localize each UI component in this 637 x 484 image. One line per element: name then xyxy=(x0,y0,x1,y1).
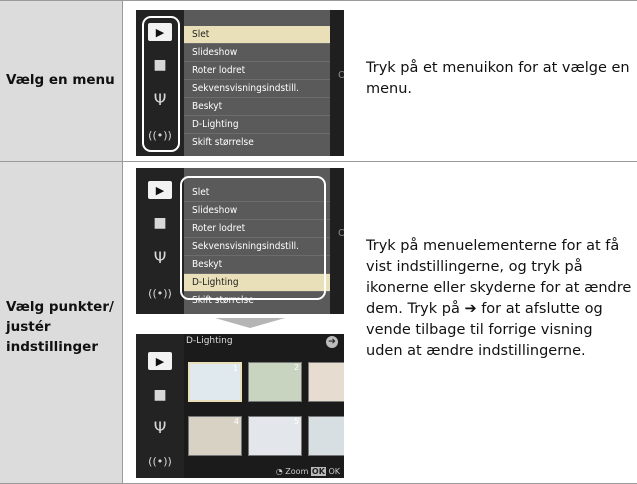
row1-label: Vælg en menu xyxy=(6,72,115,88)
menu-item-sequence-options[interactable]: Sekvensvisningsindstill. xyxy=(184,80,330,97)
menu-item-protect[interactable]: Beskyt xyxy=(184,98,330,115)
playback-menu-list: Slet Slideshow Roter lodret Sekvensvisni… xyxy=(184,10,330,156)
thumbnail-6[interactable]: 6 xyxy=(308,416,344,456)
camera-menu-screen-1: ▶ ■ Ψ ((•)) Slet Slideshow Roter lodret … xyxy=(136,10,344,156)
thumbnail-4[interactable]: 4 xyxy=(188,416,242,456)
thumbnail-5[interactable]: 5 xyxy=(248,416,302,456)
row2-label-line2: justér xyxy=(6,319,51,335)
row2-label: Vælg punkter/ justér indstillinger xyxy=(6,297,114,357)
menu-items-highlight xyxy=(180,176,326,300)
thumb-number: 2 xyxy=(293,363,299,372)
d-lighting-title: D-Lighting xyxy=(186,336,233,346)
thumb-number: 1 xyxy=(232,364,238,373)
playback-menu-icon[interactable]: ▶ xyxy=(148,352,172,370)
camera-menu-icon[interactable]: ■ xyxy=(148,386,172,404)
row2-label-line3: indstillinger xyxy=(6,339,98,355)
row-divider xyxy=(0,161,637,162)
ok-button-icon: OK xyxy=(310,467,326,476)
menu-item-rotate[interactable]: Roter lodret xyxy=(184,62,330,79)
menu-item-delete[interactable]: Slet xyxy=(184,26,330,43)
menu-item-resize[interactable]: Skift størrelse xyxy=(184,134,330,151)
column-divider xyxy=(122,0,123,484)
value-on: ON xyxy=(338,228,344,239)
table-top-border xyxy=(0,0,637,1)
thumb-number: 5 xyxy=(293,417,299,426)
zoom-label: Zoom xyxy=(285,467,309,476)
instruction-table: Vælg en menu Vælg punkter/ justér indsti… xyxy=(0,0,637,484)
wireless-menu-icon[interactable]: ((•)) xyxy=(148,452,172,470)
row2-description: Tryk på menuelementerne for at få vist i… xyxy=(366,238,632,359)
setup-menu-icon[interactable]: Ψ xyxy=(148,248,172,267)
menu-item-slideshow[interactable]: Slideshow xyxy=(184,44,330,61)
menu-icon-strip: ▶ ■ Ψ ((•)) xyxy=(136,168,184,314)
row1-description: Tryk på et menuikon for at vælge en menu… xyxy=(366,60,630,97)
down-arrow-icon xyxy=(215,318,285,328)
zoom-icon: ◔ xyxy=(275,467,283,476)
wireless-menu-icon[interactable]: ((•)) xyxy=(148,284,172,302)
value-panel: ➔ ON xyxy=(330,10,344,156)
menu-icon-strip: ▶ ■ Ψ ((•)) xyxy=(136,334,184,478)
icon-strip-highlight xyxy=(142,16,180,152)
camera-menu-screen-2: ▶ ■ Ψ ((•)) Slet Slideshow Roter lodret … xyxy=(136,168,344,314)
thumbnail-2[interactable]: 2 xyxy=(248,362,302,402)
thumb-number: 4 xyxy=(233,417,239,426)
value-on: ON xyxy=(338,70,344,81)
d-lighting-screen: ▶ ■ Ψ ((•)) D-Lighting ➔ 1 2 3 4 5 6 ◔ Z… xyxy=(136,334,344,478)
setup-menu-icon[interactable]: Ψ xyxy=(148,418,172,437)
camera-menu-icon[interactable]: ■ xyxy=(148,214,172,232)
playback-menu-icon[interactable]: ▶ xyxy=(148,181,172,199)
back-icon[interactable]: ➔ xyxy=(326,336,338,348)
ok-label: OK xyxy=(328,467,340,476)
thumbnail-3[interactable]: 3 xyxy=(308,362,344,402)
menu-item-d-lighting[interactable]: D-Lighting xyxy=(184,116,330,133)
value-panel: ➔ ON xyxy=(330,168,344,314)
row2-label-line1: Vælg punkter/ xyxy=(6,299,114,315)
thumbnail-1[interactable]: 1 xyxy=(188,362,242,402)
bottom-help-bar: ◔ Zoom OK OK xyxy=(276,467,340,476)
